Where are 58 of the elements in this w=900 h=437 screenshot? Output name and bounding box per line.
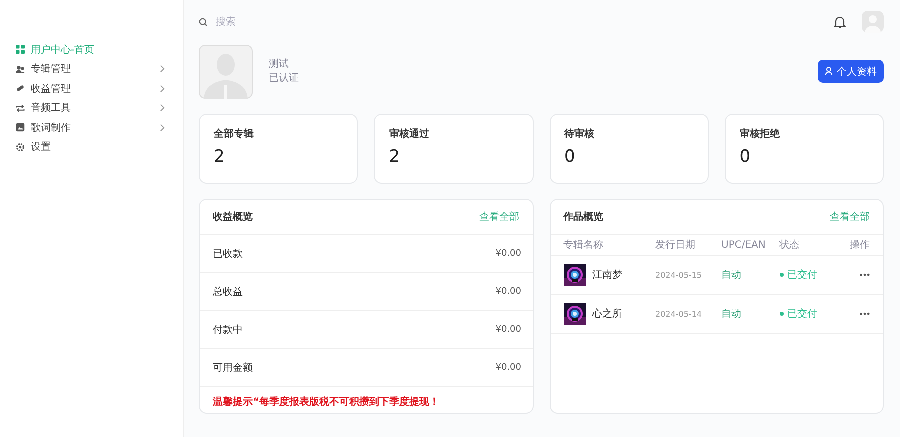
income-amount: ¥0.00 — [496, 248, 522, 258]
upc-value: 自动 — [722, 308, 742, 321]
user-name: 测试 — [269, 58, 290, 72]
users-icon — [16, 64, 25, 74]
chevron-icon — [160, 104, 165, 112]
stat-value: 2 — [214, 147, 226, 167]
chevron-icon — [160, 124, 165, 132]
sidebar-item[interactable]: 设置 — [0, 138, 183, 157]
album-name: 心之所 — [592, 308, 622, 321]
release-date: 2024-05-14 — [656, 310, 703, 318]
bell-icon[interactable] — [834, 16, 846, 28]
status-dot — [780, 273, 784, 277]
upc-value: 自动 — [722, 269, 742, 282]
income-amount: ¥0.00 — [496, 286, 522, 296]
profile-button[interactable]: 个人资料 — [818, 60, 884, 83]
stat-label: 审核通过 — [389, 127, 430, 141]
verified-status: 已认证 — [269, 72, 300, 86]
stat-label: 待审核 — [564, 127, 596, 141]
column-header: 状态 — [780, 238, 800, 252]
income-amount: ¥0.00 — [496, 362, 522, 372]
more-actions[interactable]: ••• — [858, 310, 870, 318]
search-icon — [199, 18, 208, 26]
income-label: 已收款 — [213, 248, 243, 260]
column-header: 专辑名称 — [564, 238, 604, 252]
stat-label: 全部专辑 — [214, 128, 255, 141]
panel-title: 作品概览 — [564, 210, 604, 224]
chevron-icon — [160, 65, 165, 74]
column-header: 操作 — [849, 239, 870, 252]
album-name: 江南梦 — [592, 268, 622, 282]
swap-icon — [16, 104, 25, 113]
status-dot — [780, 312, 784, 316]
sidebar-item[interactable]: 收益管理 — [0, 79, 183, 98]
sidebar-item[interactable]: 专辑管理 — [0, 60, 183, 79]
income-label: 可用金额 — [213, 362, 253, 374]
status-text: 已交付 — [788, 268, 818, 282]
sidebar-item[interactable]: 歌词制作 — [0, 118, 183, 138]
notice-text: 温馨提示“每季度报表版税不可积攒到下季度提现！ — [212, 395, 441, 410]
income-label: 总收益 — [213, 286, 243, 298]
panel-title: 收益概览 — [213, 210, 253, 224]
stat-value: 0 — [740, 147, 752, 167]
search-field[interactable]: 搜索 — [214, 16, 318, 28]
more-actions[interactable]: ••• — [858, 270, 870, 280]
status-text: 已交付 — [788, 308, 818, 321]
gear-icon — [16, 142, 25, 152]
stat-label: 审核拒绝 — [740, 127, 781, 141]
stat-value: 2 — [389, 147, 402, 167]
grid-icon — [16, 45, 25, 54]
chevron-icon — [160, 84, 165, 93]
income-label: 付款中 — [213, 324, 243, 336]
stat-value: 0 — [564, 147, 576, 167]
avatar — [199, 44, 253, 98]
release-date: 2024-05-15 — [656, 270, 703, 280]
user-icon — [825, 67, 833, 76]
column-header: UPC/EAN — [722, 240, 767, 250]
image-icon — [16, 123, 25, 132]
sidebar-item[interactable]: 音频工具 — [0, 98, 183, 118]
column-header: 发行日期 — [656, 238, 696, 252]
income-amount: ¥0.00 — [496, 324, 522, 334]
